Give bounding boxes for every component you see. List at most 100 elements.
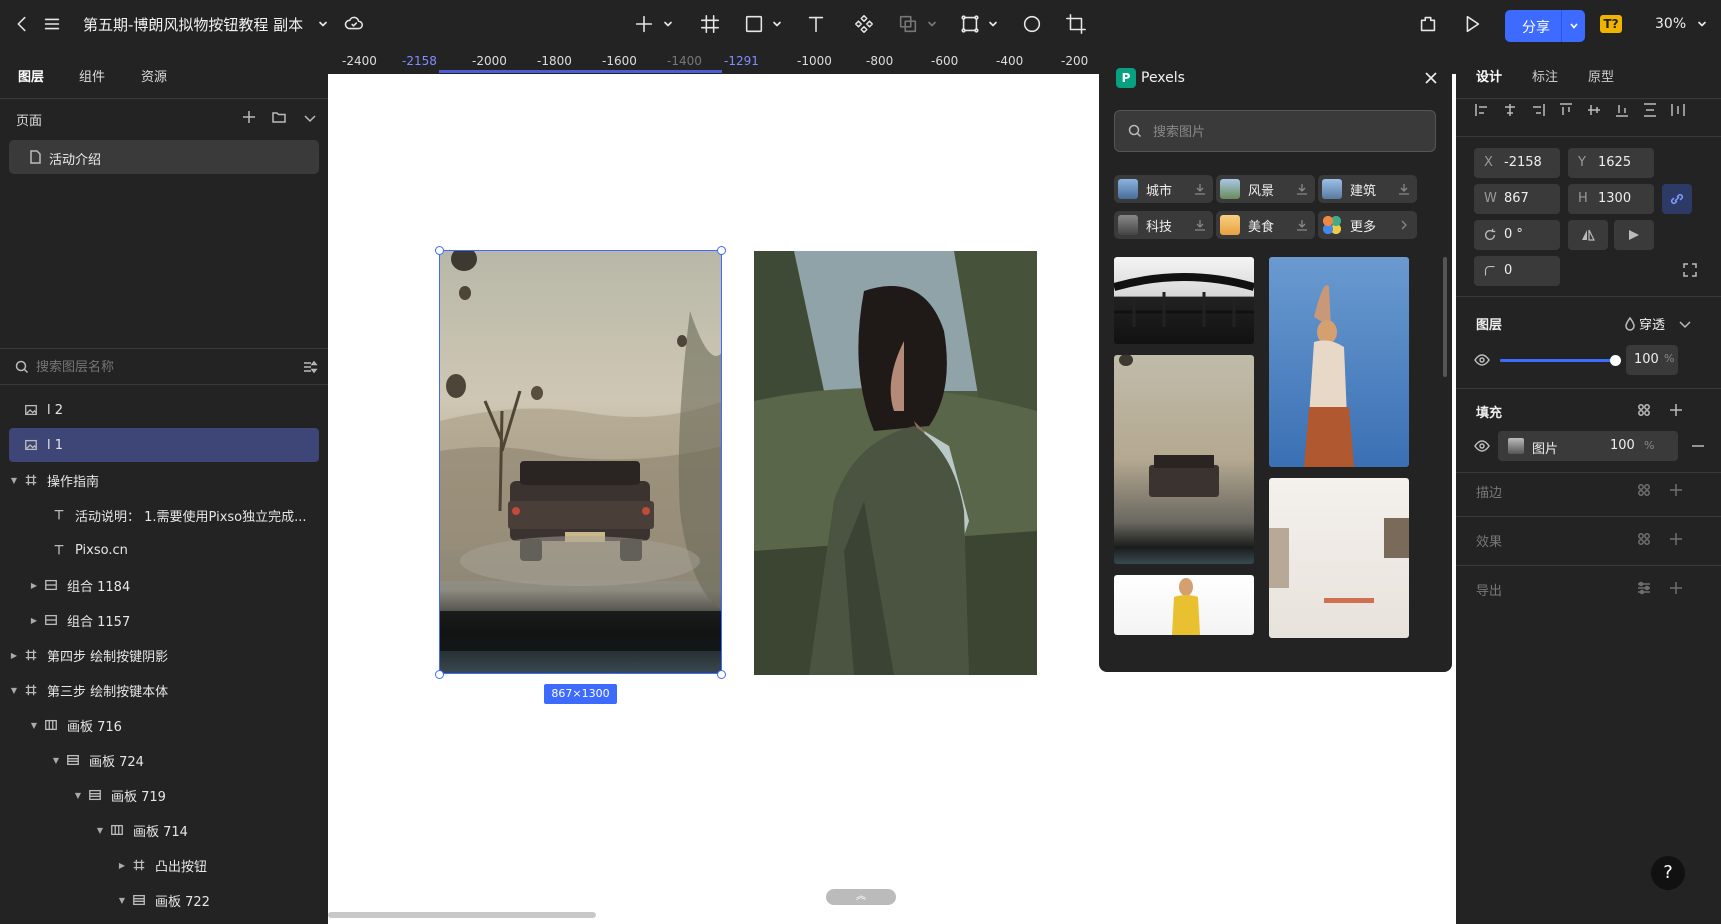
add-icon[interactable] [632, 12, 656, 36]
remove-fill-icon[interactable] [1690, 438, 1706, 454]
image-car-selected[interactable] [439, 250, 722, 674]
layer-row[interactable]: 活动说明： 1.需要使用Pixso独立完成... [51, 498, 319, 532]
shape-chevron-down-icon[interactable] [765, 12, 789, 36]
add-stroke-icon[interactable] [1668, 482, 1684, 498]
category-food[interactable]: 美食 [1216, 211, 1315, 239]
distribute-vertical-icon[interactable] [1642, 102, 1658, 118]
stroke-styles-icon[interactable] [1636, 482, 1652, 498]
layer-row[interactable]: ▶ 组合 1157 [29, 603, 319, 637]
resize-handle-bottom-left[interactable] [435, 670, 444, 679]
effect-styles-icon[interactable] [1636, 531, 1652, 547]
layer-row[interactable]: ▼ 画板 724 [51, 743, 319, 777]
folder-icon[interactable] [271, 109, 287, 125]
layer-row[interactable]: ▼ 画板 714 [95, 813, 319, 847]
download-icon[interactable] [1295, 182, 1309, 196]
width-field[interactable]: W 867 [1474, 184, 1560, 214]
add-export-icon[interactable] [1668, 580, 1684, 596]
caret-down-icon[interactable]: ▼ [51, 756, 61, 765]
text-tool-icon[interactable] [804, 12, 828, 36]
component-tool-icon[interactable] [852, 12, 876, 36]
independent-corners-icon[interactable] [1682, 262, 1698, 278]
download-icon[interactable] [1193, 218, 1207, 232]
share-button[interactable]: 分享 [1505, 10, 1585, 42]
category-architecture[interactable]: 建筑 [1318, 175, 1417, 203]
align-left-icon[interactable] [1474, 102, 1490, 118]
mask-tool-icon[interactable] [958, 12, 982, 36]
image-woman[interactable] [754, 251, 1037, 675]
caret-down-icon[interactable]: ▼ [95, 826, 105, 835]
align-bottom-icon[interactable] [1614, 102, 1630, 118]
frame-tool-icon[interactable] [698, 12, 722, 36]
export-settings-icon[interactable] [1636, 580, 1652, 596]
mask-chevron-down-icon[interactable] [981, 12, 1005, 36]
back-icon[interactable] [10, 12, 34, 36]
fill-eye-icon[interactable] [1474, 438, 1490, 454]
tab-components[interactable]: 组件 [79, 66, 105, 85]
tab-layers[interactable]: 图层 [18, 66, 44, 85]
corner-radius-field[interactable]: 0 [1474, 256, 1560, 286]
help-button[interactable]: ? [1651, 856, 1685, 890]
blend-chevron-down-icon[interactable] [1677, 316, 1691, 329]
zoom-chevron-down-icon[interactable] [1690, 12, 1714, 36]
ellipse-tool-icon[interactable] [1020, 12, 1044, 36]
fill-styles-icon[interactable] [1636, 402, 1652, 418]
x-field[interactable]: X -2158 [1474, 148, 1560, 178]
align-right-icon[interactable] [1530, 102, 1546, 118]
layer-row[interactable]: Pixso.cn [51, 533, 319, 567]
download-icon[interactable] [1295, 218, 1309, 232]
pexels-image-fashion[interactable] [1114, 575, 1254, 635]
pexels-image-woman-sky[interactable] [1269, 257, 1409, 467]
add-chevron-down-icon[interactable] [656, 12, 680, 36]
pexels-image-building[interactable] [1269, 478, 1409, 638]
layer-row[interactable]: ▼ 第三步 绘制按键本体 [9, 673, 319, 707]
caret-right-icon[interactable]: ▶ [117, 861, 127, 870]
tab-design[interactable]: 设计 [1476, 66, 1502, 85]
caret-right-icon[interactable]: ▶ [9, 651, 19, 660]
close-icon[interactable] [1421, 68, 1441, 88]
layer-row[interactable]: l 2 [9, 393, 319, 427]
category-city[interactable]: 城市 [1114, 175, 1213, 203]
file-title[interactable]: 第五期-博朗风拟物按钮教程 副本 [83, 14, 303, 35]
download-icon[interactable] [1193, 182, 1207, 196]
layer-row[interactable]: ▶ 组合 1184 [29, 568, 319, 602]
blend-mode-select[interactable]: 穿透 [1639, 314, 1665, 333]
align-top-icon[interactable] [1558, 102, 1574, 118]
opacity-field[interactable]: 100 % [1626, 345, 1678, 375]
menu-icon[interactable] [40, 12, 64, 36]
text-check-badge[interactable]: T? [1600, 15, 1622, 33]
resize-handle-bottom-right[interactable] [717, 670, 726, 679]
add-effect-icon[interactable] [1668, 531, 1684, 547]
plugin-icon[interactable] [1416, 12, 1440, 36]
caret-down-icon[interactable]: ▼ [29, 721, 39, 730]
opacity-slider-track[interactable] [1500, 355, 1621, 366]
flip-horizontal-button[interactable] [1568, 220, 1608, 250]
zoom-level[interactable]: 30% [1655, 16, 1686, 32]
layer-row[interactable]: ▼ 画板 716 [29, 708, 319, 742]
rectangle-tool-icon[interactable] [742, 12, 766, 36]
expand-bottom-panel-button[interactable]: ︽ [826, 889, 896, 905]
caret-right-icon[interactable]: ▶ [29, 616, 39, 625]
distribute-horizontal-icon[interactable] [1670, 102, 1686, 118]
flip-vertical-button[interactable] [1614, 220, 1654, 250]
layer-row[interactable]: ▶ 第四步 绘制按键阴影 [9, 638, 319, 672]
pexels-scrollbar[interactable] [1443, 257, 1447, 377]
tab-prototype[interactable]: 原型 [1588, 66, 1614, 85]
download-icon[interactable] [1397, 182, 1411, 196]
opacity-slider-thumb[interactable] [1610, 355, 1621, 366]
play-icon[interactable] [1460, 12, 1484, 36]
caret-right-icon[interactable]: ▶ [29, 581, 39, 590]
caret-down-icon[interactable]: ▼ [9, 686, 19, 695]
caret-down-icon[interactable]: ▼ [117, 896, 127, 905]
layer-row[interactable]: ▼ 画板 722 [117, 883, 319, 917]
sort-icon[interactable] [302, 359, 318, 375]
constrain-proportions-button[interactable] [1662, 184, 1692, 214]
boolean-chevron-down-icon[interactable] [920, 12, 944, 36]
add-page-icon[interactable] [241, 109, 257, 125]
y-field[interactable]: Y 1625 [1568, 148, 1654, 178]
add-fill-icon[interactable] [1668, 402, 1684, 418]
category-tech[interactable]: 科技 [1114, 211, 1213, 239]
eye-icon[interactable] [1474, 352, 1490, 368]
title-chevron-down-icon[interactable] [311, 12, 335, 36]
resize-handle-top-right[interactable] [717, 246, 726, 255]
tab-assets[interactable]: 资源 [141, 66, 167, 85]
